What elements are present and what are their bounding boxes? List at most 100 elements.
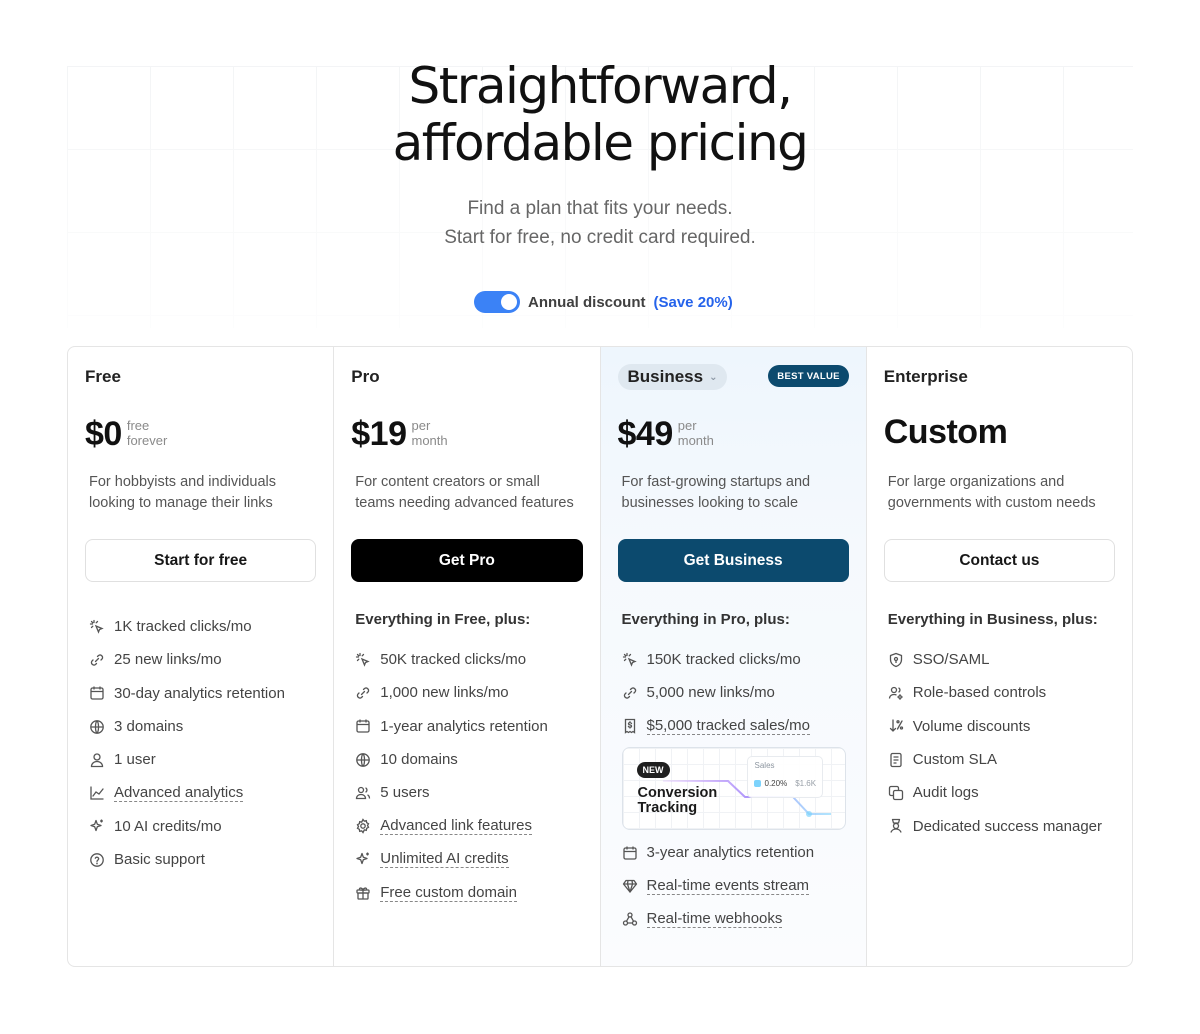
price-unit-line-1: free: [126, 418, 150, 433]
link-icon: [89, 652, 105, 668]
features-heading: Everything in Business, plus:: [887, 611, 1098, 628]
plan-name: Enterprise: [883, 367, 968, 386]
feature-item: Basic support: [89, 843, 321, 876]
plan-card-enterprise: Enterprise Custom For large organization…: [867, 347, 1132, 966]
sales-rate: 0.20%: [764, 778, 788, 788]
price-row: $49 per month: [618, 415, 738, 453]
headset-icon: [888, 818, 904, 834]
feature-text: 1,000 new links/mo: [380, 684, 509, 702]
feature-text: 50K tracked clicks/mo: [380, 651, 527, 669]
price-unit-line-2: forever: [126, 433, 168, 448]
feature-list: Everything in Free, plus: 50K tracked cl…: [355, 610, 587, 909]
feature-item: 10 AI credits/mo: [89, 810, 321, 843]
price-unit-line-1: per: [677, 418, 697, 433]
users-icon: [355, 785, 371, 801]
feature-text[interactable]: Unlimited AI credits: [380, 850, 509, 869]
calendar-icon: [622, 845, 638, 861]
feature-text: Basic support: [114, 851, 205, 869]
features-heading: Everything in Free, plus:: [355, 611, 531, 628]
plan-name-selector[interactable]: Business ⌄: [617, 364, 728, 390]
feature-item: 10 domains: [355, 743, 587, 776]
get-business-button[interactable]: Get Business: [617, 539, 849, 582]
feature-item: 5 users: [355, 776, 587, 809]
sparkles-icon: [89, 818, 105, 834]
contact-us-button[interactable]: Contact us: [883, 539, 1115, 582]
page-title-line-2: affordable pricing: [392, 114, 809, 172]
diamond-icon: [622, 878, 638, 894]
feature-text: 25 new links/mo: [114, 651, 222, 669]
plan-name: Business: [627, 367, 704, 386]
feature-text: Role-based controls: [912, 684, 1047, 702]
feature-item: $5,000 tracked sales/mo: [622, 710, 854, 743]
features-heading: Everything in Pro, plus:: [621, 611, 790, 628]
gift-icon: [355, 885, 371, 901]
shield-key-icon: [888, 652, 904, 668]
conversion-card-title-line-2: Tracking: [637, 799, 698, 816]
feature-text[interactable]: Free custom domain: [380, 884, 517, 902]
feature-item: 1-year analytics retention: [355, 710, 587, 743]
feature-item: 150K tracked clicks/mo: [622, 643, 854, 676]
plan-price: $0: [85, 415, 122, 453]
feature-text: Custom SLA: [912, 751, 997, 769]
price-unit: per month: [678, 418, 738, 448]
feature-item: 25 new links/mo: [89, 643, 321, 676]
feature-item: Dedicated success manager: [888, 809, 1120, 842]
arrow-down-percent-icon: [888, 718, 904, 734]
feature-item: Role-based controls: [888, 676, 1120, 709]
best-value-badge: BEST VALUE: [768, 365, 849, 387]
chevron-down-icon: ⌄: [709, 371, 718, 383]
feature-text[interactable]: $5,000 tracked sales/mo: [646, 717, 810, 736]
start-for-free-button[interactable]: Start for free: [85, 539, 317, 582]
feature-text: Volume discounts: [912, 717, 1031, 735]
feature-text: Dedicated success manager: [912, 817, 1103, 835]
page-title-line-1: Straightforward,: [408, 57, 793, 115]
feature-text[interactable]: Advanced analytics: [114, 784, 244, 803]
sales-label: Sales: [754, 760, 775, 770]
price-unit: free forever: [127, 418, 187, 448]
plan-card-business: Business ⌄ BEST VALUE $49 per month For …: [600, 347, 867, 966]
feature-text: 3-year analytics retention: [646, 844, 815, 862]
feature-text: 1-year analytics retention: [380, 717, 548, 735]
plan-description: For large organizations and governments …: [887, 474, 1096, 511]
feature-item: Advanced analytics: [89, 776, 321, 809]
invoice-dollar-icon: [622, 718, 638, 734]
price-unit: per month: [411, 418, 471, 448]
feature-text[interactable]: Advanced link features: [380, 817, 533, 836]
feature-item: SSO/SAML: [888, 643, 1120, 676]
annual-discount-toggle[interactable]: [474, 291, 520, 313]
feature-item: Free custom domain: [355, 876, 587, 909]
feature-text: 3 domains: [114, 718, 184, 736]
page-subtitle-line-2: Start for free, no credit card required.: [444, 227, 756, 248]
feature-list: Everything in Business, plus: SSO/SAML R…: [888, 610, 1120, 843]
plan-price: $19: [351, 415, 407, 453]
feature-item: Audit logs: [888, 776, 1120, 809]
price-unit-line-1: per: [411, 418, 431, 433]
feature-item: 30-day analytics retention: [89, 677, 321, 710]
feature-text[interactable]: Real-time webhooks: [646, 910, 783, 929]
feature-text: 1 user: [114, 751, 156, 769]
webhook-icon: [622, 911, 638, 927]
feature-item: 1 user: [89, 743, 321, 776]
plan-description: For hobbyists and individuals looking to…: [89, 474, 276, 511]
feature-text[interactable]: Real-time events stream: [646, 877, 810, 895]
feature-item: Volume discounts: [888, 710, 1120, 743]
pricing-plans: Free $0 free forever For hobbyists and i…: [67, 346, 1133, 967]
feature-text: 5,000 new links/mo: [646, 684, 775, 702]
conversion-tracking-card[interactable]: Sales 0.20% $1.6K NEW Conversion Trackin…: [621, 746, 846, 830]
document-icon: [888, 752, 904, 768]
sales-values: 0.20% $1.6K: [753, 778, 817, 788]
get-pro-button[interactable]: Get Pro: [351, 539, 583, 582]
plan-price: Custom: [883, 413, 1008, 451]
link-icon: [355, 685, 371, 701]
sales-amount: $1.6K: [795, 778, 817, 788]
conversion-card-title-line-1: Conversion: [637, 784, 718, 801]
plan-description: For content creators or small teams need…: [355, 474, 574, 511]
globe-icon: [89, 719, 105, 735]
feature-text: 10 AI credits/mo: [114, 817, 222, 835]
chart-line-icon: [89, 785, 105, 801]
calendar-icon: [355, 718, 371, 734]
price-unit-line-2: month: [411, 433, 448, 448]
copy-icon: [888, 785, 904, 801]
feature-text: 150K tracked clicks/mo: [646, 651, 801, 669]
page-subtitle-line-1: Find a plan that fits your needs.: [467, 198, 733, 219]
